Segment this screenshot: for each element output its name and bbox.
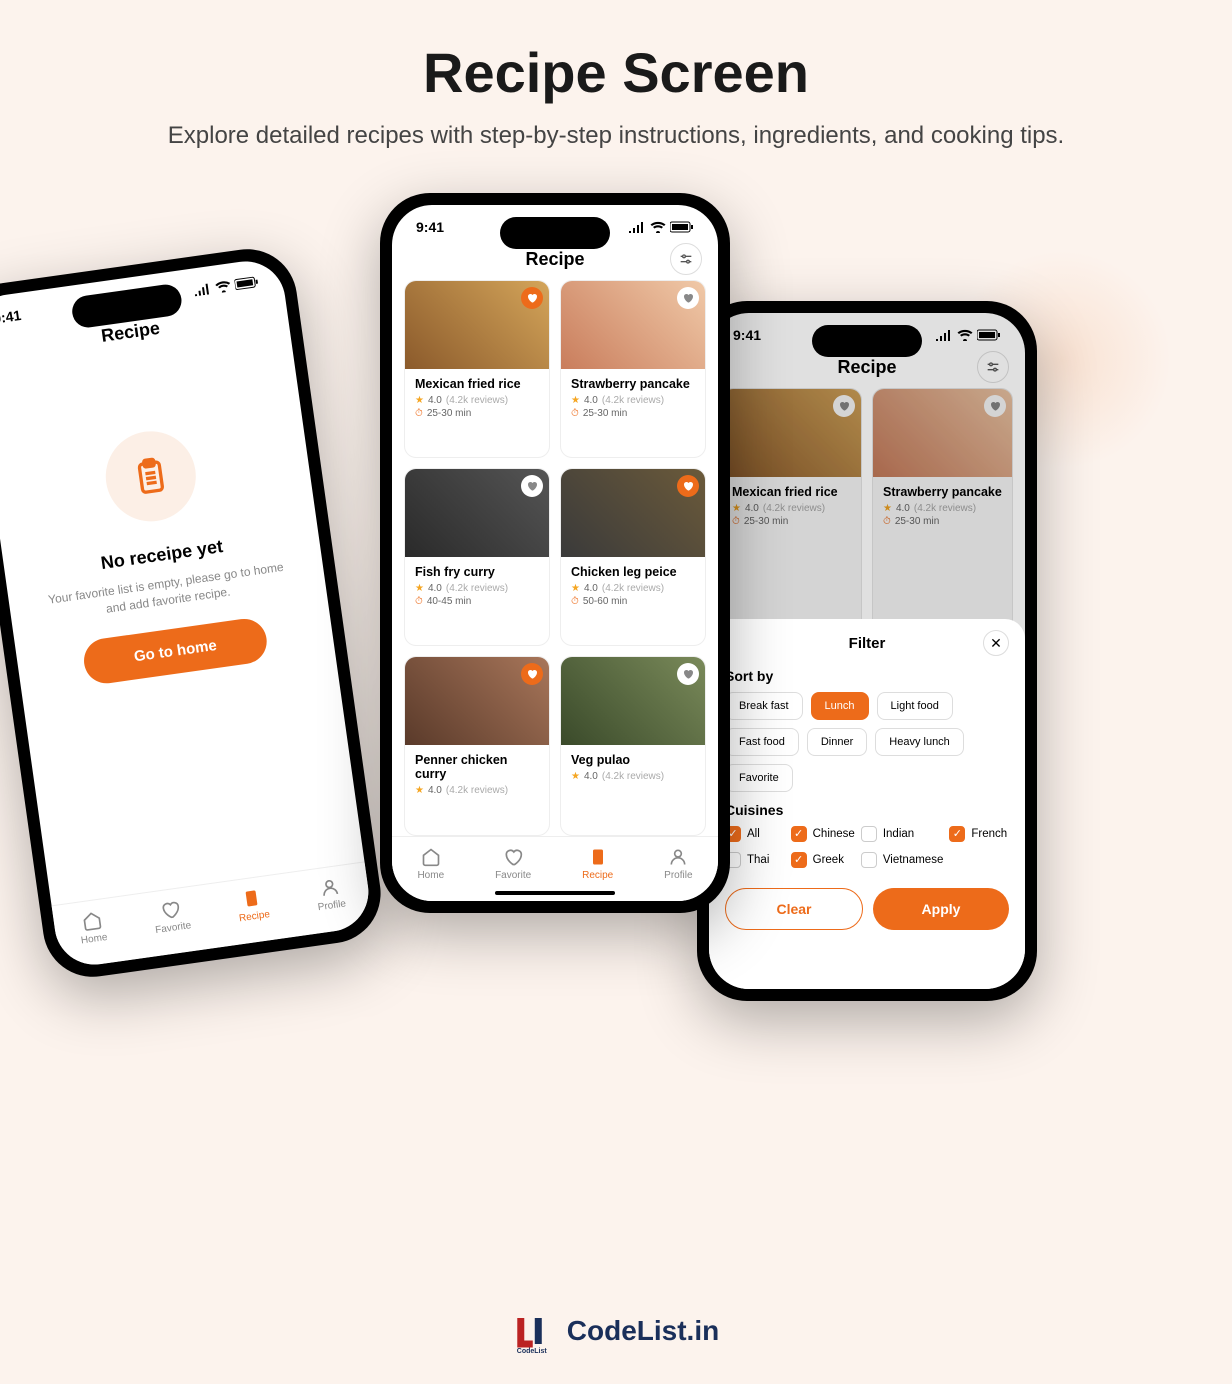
nav-recipe[interactable]: Recipe <box>582 847 613 881</box>
recipe-name: Mexican fried rice <box>415 377 539 391</box>
recipe-rating: ★4.0(4.2k reviews) <box>571 583 695 594</box>
recipe-image <box>405 281 549 369</box>
favorite-icon[interactable] <box>677 475 699 497</box>
filter-title: Filter <box>849 635 886 652</box>
nav-home[interactable]: Home <box>417 847 444 881</box>
sort-chip[interactable]: Light food <box>877 692 953 720</box>
page-title: Recipe Screen <box>120 40 1112 105</box>
recipe-rating: ★4.0(4.2k reviews) <box>571 395 695 406</box>
cuisine-checkboxes: ✓All ✓Chinese Indian ✓French Thai ✓Greek Vietn… <box>725 826 1009 868</box>
brand-name: CodeList.in <box>567 1315 719 1347</box>
favorite-icon[interactable] <box>521 475 543 497</box>
recipe-image <box>561 469 705 557</box>
recipe-image <box>561 281 705 369</box>
recipe-card[interactable]: Chicken leg peice ★4.0(4.2k reviews) ⏱50… <box>560 468 706 646</box>
empty-title: No receipe yet <box>99 536 224 574</box>
recipe-grid: Mexican fried rice ★4.0(4.2k reviews) ⏱2… <box>392 280 718 836</box>
recipe-card[interactable]: Mexican fried rice ★4.0(4.2k reviews) ⏱2… <box>404 280 550 458</box>
cuisine-checkbox[interactable]: Vietnamese <box>861 852 944 868</box>
filter-panel: Filter ✕ Sort by Break fast Lunch Light fo… <box>709 619 1025 989</box>
recipe-rating: ★4.0(4.2k reviews) <box>415 583 539 594</box>
svg-text:CodeList: CodeList <box>517 1348 548 1354</box>
phone-mockup-list: 9:41 Recipe Mexican fried rice ★4.0(4.2k… <box>380 193 730 913</box>
close-icon[interactable]: ✕ <box>983 630 1009 656</box>
phone-notch <box>500 217 610 249</box>
bottom-nav: Home Favorite Recipe Profile <box>52 861 374 969</box>
recipe-card[interactable]: Veg pulao ★4.0(4.2k reviews) <box>560 656 706 835</box>
sort-by-label: Sort by <box>725 668 1009 684</box>
status-icons <box>193 275 260 296</box>
sort-chip[interactable]: Break fast <box>725 692 803 720</box>
sort-chip[interactable]: Dinner <box>807 728 867 756</box>
sort-chip[interactable]: Fast food <box>725 728 799 756</box>
home-indicator <box>495 891 615 895</box>
status-icons <box>628 221 694 233</box>
recipe-time: ⏱25-30 min <box>571 408 695 419</box>
recipe-name: Penner chicken curry <box>415 753 539 781</box>
cuisine-checkbox[interactable]: ✓Chinese <box>791 826 855 842</box>
sort-chip[interactable]: Lunch <box>811 692 869 720</box>
sort-chip[interactable]: Favorite <box>725 764 793 792</box>
cuisine-checkbox[interactable]: ✓Greek <box>791 852 855 868</box>
cuisine-checkbox[interactable]: Indian <box>861 826 944 842</box>
phone-notch <box>812 325 922 357</box>
nav-home[interactable]: Home <box>77 909 108 946</box>
cuisine-checkbox[interactable]: ✓All <box>725 826 785 842</box>
sort-chip[interactable]: Heavy lunch <box>875 728 964 756</box>
recipe-name: Veg pulao <box>571 753 695 767</box>
favorite-icon[interactable] <box>677 287 699 309</box>
cuisines-label: Cuisines <box>725 802 1009 818</box>
screen-title: Recipe <box>525 249 584 270</box>
cuisine-checkbox[interactable]: ✓French <box>949 826 1009 842</box>
favorite-icon[interactable] <box>521 663 543 685</box>
recipe-name: Chicken leg peice <box>571 565 695 579</box>
recipe-time: ⏱25-30 min <box>415 408 539 419</box>
clear-button[interactable]: Clear <box>725 888 863 930</box>
recipe-card[interactable]: Penner chicken curry ★4.0(4.2k reviews) <box>404 656 550 835</box>
nav-profile[interactable]: Profile <box>664 847 692 881</box>
header: Recipe Screen Explore detailed recipes w… <box>0 0 1232 163</box>
nav-favorite[interactable]: Favorite <box>495 847 531 881</box>
recipe-rating: ★4.0(4.2k reviews) <box>415 785 539 796</box>
brand-footer: CodeList CodeList.in <box>513 1308 719 1354</box>
status-time: 9:41 <box>416 219 444 235</box>
recipe-image <box>405 469 549 557</box>
clipboard-icon <box>100 425 202 527</box>
empty-text: Your favorite list is empty, please go t… <box>38 557 296 626</box>
recipe-card[interactable]: Fish fry curry ★4.0(4.2k reviews) ⏱40-45… <box>404 468 550 646</box>
recipe-rating: ★4.0(4.2k reviews) <box>571 771 695 782</box>
nav-favorite[interactable]: Favorite <box>151 897 192 936</box>
recipe-name: Strawberry pancake <box>571 377 695 391</box>
nav-recipe[interactable]: Recipe <box>235 886 271 924</box>
apply-button[interactable]: Apply <box>873 888 1009 930</box>
cuisine-checkbox[interactable]: Thai <box>725 852 785 868</box>
recipe-card[interactable]: Strawberry pancake ★4.0(4.2k reviews) ⏱2… <box>560 280 706 458</box>
favorite-icon[interactable] <box>677 663 699 685</box>
recipe-image <box>561 657 705 745</box>
recipe-image <box>405 657 549 745</box>
recipe-rating: ★4.0(4.2k reviews) <box>415 395 539 406</box>
recipe-name: Fish fry curry <box>415 565 539 579</box>
empty-state: No receipe yet Your favorite list is emp… <box>0 330 339 724</box>
page-subtitle: Explore detailed recipes with step-by-st… <box>120 119 1112 153</box>
recipe-time: ⏱50-60 min <box>571 596 695 607</box>
brand-logo-icon: CodeList <box>513 1308 559 1354</box>
phone-mockup-empty: 9:41 Recipe No receipe yet Your favorite… <box>0 242 387 983</box>
favorite-icon[interactable] <box>521 287 543 309</box>
nav-profile[interactable]: Profile <box>314 875 347 913</box>
status-time: 9:41 <box>0 306 22 326</box>
go-home-button[interactable]: Go to home <box>81 615 269 685</box>
phone-mockup-filter: 9:41 Recipe Mexican fried rice ★4.0(4.2k… <box>697 301 1037 1001</box>
recipe-time: ⏱40-45 min <box>415 596 539 607</box>
sort-chips: Break fast Lunch Light food Fast food Dinner… <box>725 692 1009 792</box>
filter-button[interactable] <box>670 243 702 275</box>
